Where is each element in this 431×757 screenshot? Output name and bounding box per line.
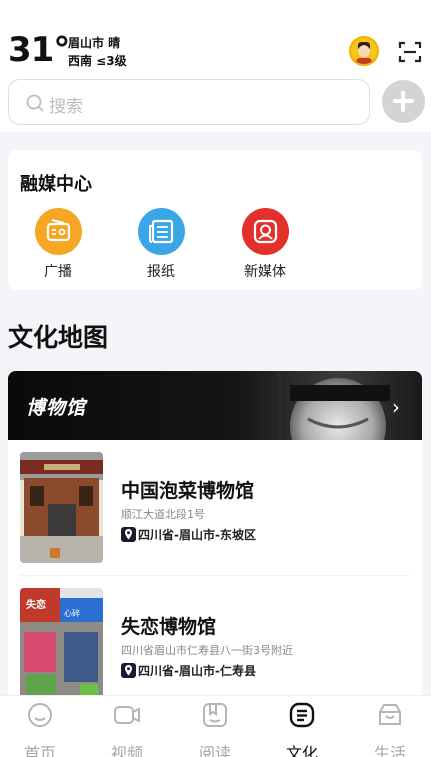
museum-region-text: 四川省-眉山市-仁寿县 — [138, 664, 256, 678]
weather-info: 眉山市 晴 西南 ≤3级 — [68, 34, 127, 70]
location-pin-icon — [121, 663, 136, 678]
search-icon — [26, 94, 44, 112]
media-item-new-media[interactable]: 新媒体 — [235, 208, 295, 281]
media-item-label: 新媒体 — [244, 264, 286, 280]
media-item-label: 报纸 — [147, 264, 175, 280]
radio-icon — [34, 208, 82, 255]
museum-region-text: 四川省-眉山市-东坡区 — [138, 528, 256, 542]
museum-list: 中国泡菜博物馆 顺江大道北段1号 四川省-眉山市-东坡区 失恋 心碎 失恋博物馆… — [8, 440, 422, 695]
newspaper-icon — [137, 208, 185, 255]
svg-text:心碎: 心碎 — [64, 608, 80, 618]
top-header: 31° 眉山市 晴 西南 ≤3级 搜索 — [0, 0, 431, 132]
wind-info: 西南 ≤3级 — [68, 54, 127, 68]
tab-culture[interactable]: 文化 — [270, 700, 334, 757]
media-center-card: 融媒中心 广播 报纸 新媒体 — [8, 150, 422, 290]
city-weather: 眉山市 晴 — [68, 36, 121, 50]
museum-address: 四川省眉山市仁寿县八一街3号附近 — [121, 644, 293, 657]
museum-name: 失恋博物馆 — [121, 616, 217, 638]
media-item-label: 广播 — [44, 264, 72, 280]
temperature: 31° — [8, 30, 70, 70]
search-input[interactable]: 搜索 — [8, 79, 370, 125]
location-pin-icon — [121, 527, 136, 542]
media-item-radio[interactable]: 广播 — [28, 208, 88, 281]
video-icon — [114, 706, 140, 724]
reading-icon — [203, 703, 227, 727]
tab-label: 首页 — [23, 744, 56, 757]
tab-label: 生活 — [373, 744, 406, 757]
museum-photo — [20, 452, 103, 563]
list-item[interactable]: 中国泡菜博物馆 顺江大道北段1号 四川省-眉山市-东坡区 — [8, 440, 422, 576]
tab-label: 视频 — [110, 744, 143, 757]
museum-photo: 失恋 心碎 — [20, 588, 103, 695]
chevron-right-icon: › — [392, 395, 400, 419]
svg-text:失恋: 失恋 — [26, 598, 46, 611]
bottom-tab-bar: 首页 视频 阅读 文化 生活 — [0, 695, 431, 757]
tab-label: 阅读 — [198, 744, 231, 757]
scan-icon[interactable] — [398, 40, 422, 64]
tab-home[interactable]: 首页 — [8, 700, 72, 757]
museum-address: 顺江大道北段1号 — [121, 508, 205, 521]
tab-life[interactable]: 生活 — [358, 700, 422, 757]
user-avatar-icon — [356, 42, 372, 64]
media-item-newspaper[interactable]: 报纸 — [131, 208, 191, 281]
new-media-icon — [241, 208, 289, 255]
life-icon — [379, 704, 401, 725]
museum-region: 四川省-眉山市-仁寿县 — [121, 662, 256, 678]
home-icon — [28, 703, 52, 727]
search-placeholder: 搜索 — [49, 97, 83, 117]
avatar[interactable] — [349, 36, 379, 66]
list-item[interactable]: 失恋 心碎 失恋博物馆 四川省眉山市仁寿县八一街3号附近 四川省-眉山市-仁寿县 — [8, 576, 422, 695]
banner-label: 博物馆 — [26, 397, 87, 419]
museum-region: 四川省-眉山市-东坡区 — [121, 526, 256, 542]
tab-reading[interactable]: 阅读 — [183, 700, 247, 757]
tab-label: 文化 — [285, 744, 318, 757]
add-button[interactable] — [382, 80, 425, 123]
museum-category-banner[interactable]: 博物馆 › — [8, 371, 422, 440]
media-center-title: 融媒中心 — [20, 174, 92, 195]
culture-icon — [289, 702, 315, 728]
tab-video[interactable]: 视频 — [95, 700, 159, 757]
museum-name: 中国泡菜博物馆 — [121, 480, 255, 502]
section-title: 文化地图 — [8, 323, 109, 352]
